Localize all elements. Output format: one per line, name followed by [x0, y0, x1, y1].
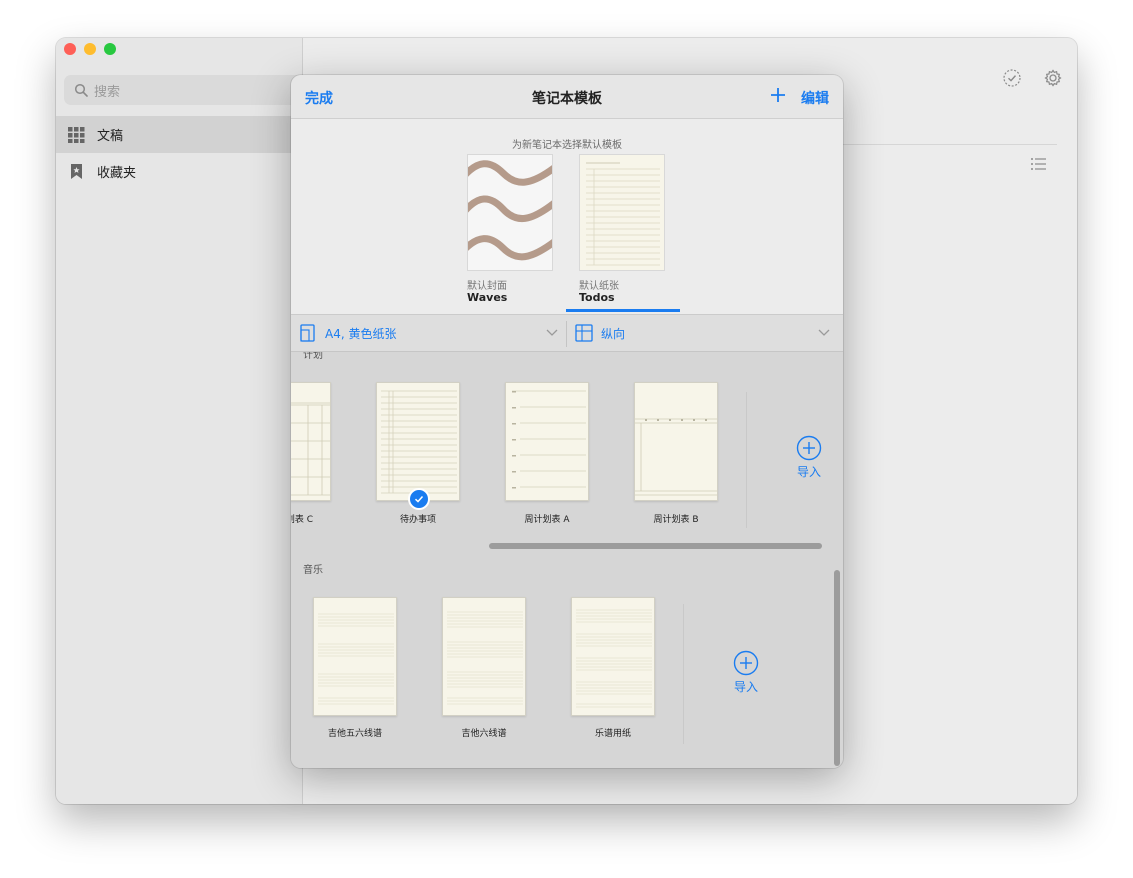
weekly-b-pattern: [635, 418, 717, 496]
sidebar: 搜索 文稿 收藏夹: [56, 38, 304, 804]
search-placeholder: 搜索: [94, 84, 121, 100]
bookmark-icon: [71, 164, 82, 179]
list-icon[interactable]: [1029, 154, 1049, 174]
template-planner-c[interactable]: [291, 382, 331, 501]
paper-options-bar: A4, 黄色纸张 纵向: [291, 314, 843, 352]
import-divider: [746, 392, 747, 528]
sheet-header: 完成 笔记本模板 编辑: [291, 75, 843, 119]
default-paper-name: Todos: [579, 291, 615, 304]
paper-size-selector[interactable]: A4, 黄色纸张: [299, 315, 396, 351]
music-staff-pattern: [576, 609, 652, 708]
grid-icon: [68, 127, 85, 143]
default-cover-thumbnail[interactable]: [467, 154, 553, 271]
section-label-music: 音乐: [303, 565, 323, 576]
zoom-window-button[interactable]: [104, 43, 116, 55]
sidebar-item-label: 收藏夹: [97, 166, 137, 181]
guitar-tab-pattern: [318, 613, 394, 705]
checkmark-circle-icon[interactable]: [1002, 68, 1022, 88]
checkmark-icon: [414, 495, 424, 503]
orientation-selector[interactable]: 纵向: [575, 315, 625, 351]
chevron-down-icon[interactable]: [817, 325, 831, 339]
import-label: 导入: [796, 465, 821, 479]
template-label: 周计划表 B: [653, 515, 699, 525]
horizontal-scrollbar[interactable]: [489, 543, 822, 549]
todos-pattern: [381, 390, 457, 494]
minimize-window-button[interactable]: [84, 43, 96, 55]
page-size-icon: [300, 324, 315, 342]
template-weekly-b[interactable]: [634, 382, 718, 501]
template-label: 吉他六线谱: [461, 729, 507, 739]
guitar-tab-pattern: [447, 611, 523, 705]
weekly-a-pattern: [512, 390, 586, 489]
todos-pattern: [586, 162, 660, 266]
import-label: 导入: [733, 680, 758, 694]
import-button-music[interactable]: 导入: [726, 650, 766, 695]
orientation-label: 纵向: [601, 326, 626, 341]
sidebar-item-label: 文稿: [97, 129, 124, 144]
sheet-title: 笔记本模板: [532, 91, 602, 107]
planner-pattern: [291, 402, 330, 496]
add-circle-icon: [796, 435, 822, 461]
template-label: 划表 C: [291, 515, 313, 525]
import-button-planning[interactable]: 导入: [789, 435, 829, 480]
notebook-template-sheet: 完成 笔记本模板 编辑 为新笔记本选择默认模板 默认封面 Waves 默认纸张 …: [291, 75, 843, 768]
sidebar-item-favorites[interactable]: 收藏夹: [56, 153, 303, 190]
selected-tab-indicator: [566, 309, 680, 312]
edit-button[interactable]: 编辑: [801, 88, 829, 108]
template-label: 乐谱用纸: [594, 729, 631, 739]
template-label: 周计划表 A: [524, 515, 570, 525]
default-cover-subtitle: 默认封面: [467, 281, 507, 292]
template-music-sheet[interactable]: [571, 597, 655, 716]
default-paper-subtitle: 默认纸张: [579, 281, 619, 292]
template-weekly-a[interactable]: [505, 382, 589, 501]
defaults-caption: 为新笔记本选择默认模板: [512, 140, 622, 151]
waves-pattern: [468, 160, 552, 261]
template-label: 待办事项: [399, 515, 436, 525]
search-icon: [74, 83, 88, 97]
add-icon[interactable]: [769, 86, 787, 104]
default-templates: 为新笔记本选择默认模板 默认封面 Waves 默认纸张 Todos: [291, 119, 843, 314]
selector-divider: [566, 321, 567, 347]
search-input[interactable]: 搜索: [64, 75, 304, 105]
vertical-scrollbar[interactable]: [834, 570, 840, 766]
template-list[interactable]: 计划 划表 C: [291, 352, 843, 768]
paper-size-label: A4, 黄色纸张: [325, 326, 397, 341]
import-divider: [683, 604, 684, 744]
gear-icon[interactable]: [1043, 68, 1063, 88]
template-todos[interactable]: [376, 382, 460, 501]
default-paper-thumbnail[interactable]: [579, 154, 665, 271]
chevron-down-icon[interactable]: [545, 325, 559, 339]
template-label: 吉他五六线谱: [327, 729, 382, 739]
orientation-icon: [575, 324, 593, 342]
section-label-planning: 计划: [303, 352, 323, 361]
template-guitar-tab-6[interactable]: [442, 597, 526, 716]
add-circle-icon: [733, 650, 759, 676]
default-cover-name: Waves: [467, 291, 508, 304]
sidebar-item-documents[interactable]: 文稿: [56, 116, 303, 153]
selected-check-badge: [408, 488, 430, 510]
close-window-button[interactable]: [64, 43, 76, 55]
template-guitar-tab-5-6[interactable]: [313, 597, 397, 716]
window-controls: [64, 43, 116, 55]
